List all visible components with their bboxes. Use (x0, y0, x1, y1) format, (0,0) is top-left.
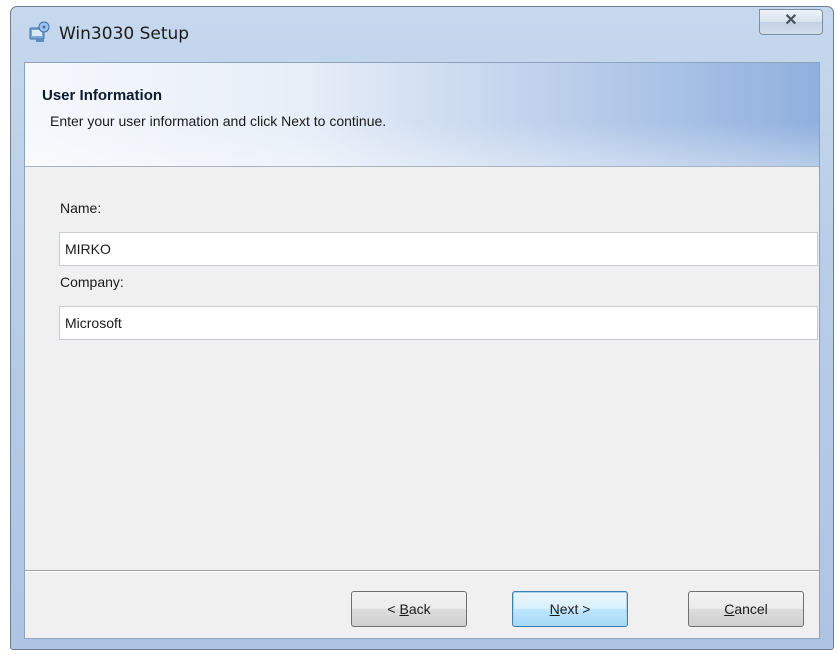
cancel-button[interactable]: Cancel (688, 591, 804, 627)
title-bar[interactable]: Win3030 Setup ✕ (11, 7, 833, 61)
window-title: Win3030 Setup (59, 24, 190, 44)
close-icon: ✕ (784, 12, 798, 29)
button-separator (25, 570, 819, 572)
company-label: Company: (60, 274, 124, 290)
next-button[interactable]: Next > (512, 591, 628, 627)
banner-title: User Information (42, 87, 163, 104)
close-button[interactable]: ✕ (759, 9, 823, 35)
next-mnemonic: N (549, 601, 560, 617)
header-banner: User Information Enter your user informa… (25, 63, 819, 167)
cancel-mnemonic: C (724, 601, 735, 617)
cancel-rest: ancel (734, 601, 768, 617)
setup-icon (27, 19, 51, 43)
back-mnemonic: B (399, 601, 409, 617)
banner-subtitle: Enter your user information and click Ne… (50, 113, 387, 129)
back-button[interactable]: < Back (351, 591, 467, 627)
dialog-client-area: User Information Enter your user informa… (24, 62, 820, 639)
back-rest: ack (408, 601, 431, 617)
company-field[interactable]: Microsoft (59, 306, 818, 340)
name-label: Name: (60, 200, 102, 216)
name-field[interactable]: MIRKO (59, 232, 818, 266)
banner-shine (25, 123, 819, 166)
back-prefix: < (387, 601, 400, 617)
next-rest: ext > (559, 601, 591, 617)
setup-window: Win3030 Setup ✕ User Information Enter y… (10, 6, 834, 650)
